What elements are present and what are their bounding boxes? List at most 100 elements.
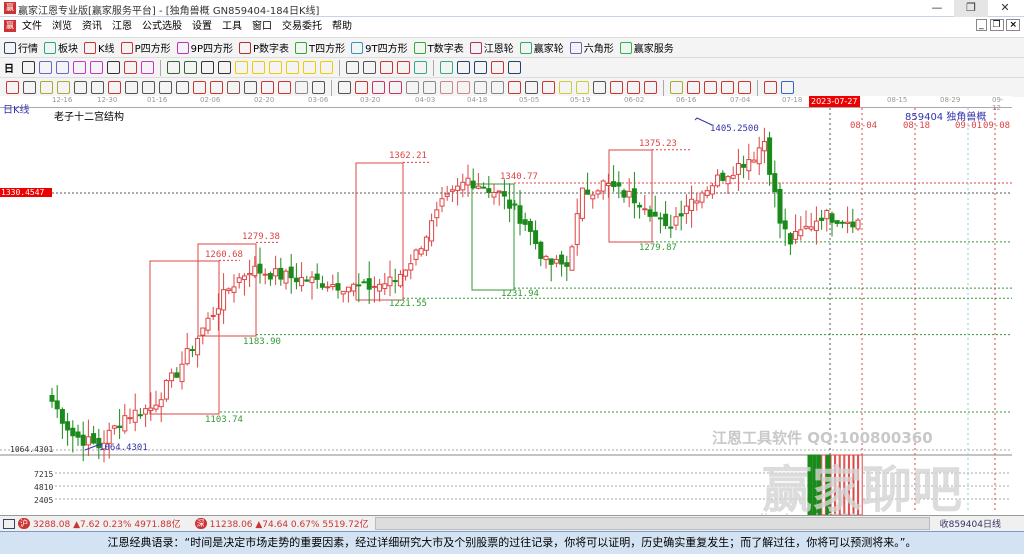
menu-item[interactable]: 公式选股: [142, 17, 182, 37]
cursor-dropdown-icon[interactable]: [107, 61, 120, 74]
gann-fan-icon[interactable]: [124, 61, 137, 74]
percent-lines-icon[interactable]: [542, 81, 555, 94]
calendar-icon[interactable]: [440, 61, 453, 74]
save-icon[interactable]: [491, 61, 504, 74]
grid-select-icon[interactable]: [414, 61, 427, 74]
menu-item[interactable]: 浏览: [52, 17, 72, 37]
menu-item[interactable]: 文件: [22, 17, 42, 37]
period-selector[interactable]: 日: [4, 60, 14, 75]
n2-icon[interactable]: [159, 81, 172, 94]
menu-item[interactable]: 工具: [222, 17, 242, 37]
gold-b-icon[interactable]: [57, 81, 70, 94]
toolbar-button[interactable]: 9P四方形: [176, 40, 233, 55]
horizontal-scrollbar[interactable]: [374, 517, 930, 530]
period-dropdown-icon[interactable]: [22, 61, 35, 74]
toolbar-button[interactable]: P数字表: [239, 40, 289, 55]
line-a-icon[interactable]: [610, 81, 623, 94]
menu-item[interactable]: 资讯: [82, 17, 102, 37]
star-icon[interactable]: [210, 81, 223, 94]
yin-yang-icon[interactable]: [764, 81, 777, 94]
square-grid-icon[interactable]: [227, 81, 240, 94]
printer-icon[interactable]: [508, 61, 521, 74]
mdi-close-button[interactable]: ×: [1006, 19, 1020, 31]
move-right-icon[interactable]: [218, 61, 231, 74]
hash-icon[interactable]: [142, 81, 155, 94]
calc-icon[interactable]: [3, 518, 15, 529]
move-left-icon[interactable]: [201, 61, 214, 74]
hand-icon[interactable]: [346, 61, 359, 74]
sh-index[interactable]: 3288.08 ▲7.62 0.23% 4971.88亿: [33, 517, 181, 530]
v-tool-icon[interactable]: [423, 81, 436, 94]
draw-line-icon[interactable]: [39, 61, 52, 74]
last-bar-icon[interactable]: [184, 61, 197, 74]
app-menu-logo-icon[interactable]: 赢: [4, 20, 16, 32]
toolbar-button[interactable]: P四方形: [120, 40, 171, 55]
menu-item[interactable]: 窗口: [252, 17, 272, 37]
indicator-a-icon[interactable]: [73, 61, 86, 74]
zoom-out-icon[interactable]: [252, 61, 265, 74]
parallel-lines-icon[interactable]: [23, 81, 36, 94]
gold-a-icon[interactable]: [40, 81, 53, 94]
angle-icon[interactable]: [176, 81, 189, 94]
color-chart-icon[interactable]: [141, 61, 154, 74]
line-h-icon[interactable]: [738, 81, 751, 94]
mdi-minimize-button[interactable]: _: [976, 19, 987, 31]
menu-item[interactable]: 交易委托: [282, 17, 322, 37]
toolbar-button[interactable]: 板块: [44, 40, 78, 55]
gann-triangle-icon[interactable]: [508, 81, 521, 94]
crosshair-icon[interactable]: [363, 61, 376, 74]
hexagram-tool-icon[interactable]: [372, 81, 385, 94]
toolbar-button[interactable]: 赢家服务: [619, 40, 674, 55]
toolbar-button[interactable]: T数字表: [413, 40, 464, 55]
n-line-icon[interactable]: [244, 81, 257, 94]
pen-icon[interactable]: [6, 81, 19, 94]
toolbar-button[interactable]: 赢家轮: [519, 40, 564, 55]
target-icon[interactable]: [193, 81, 206, 94]
red-bars-icon[interactable]: [261, 81, 274, 94]
info-icon[interactable]: [56, 61, 69, 74]
cross-bars-icon[interactable]: [312, 81, 325, 94]
infinity-icon[interactable]: [781, 81, 794, 94]
zoom-in-icon[interactable]: [235, 61, 248, 74]
line-e-icon[interactable]: [687, 81, 700, 94]
sz-index[interactable]: 11238.06 ▲74.64 0.67% 5519.72亿: [210, 517, 369, 530]
calculator-icon[interactable]: [457, 61, 470, 74]
toolbar-button[interactable]: T四方形: [295, 40, 345, 55]
cube-tool-icon[interactable]: [389, 81, 402, 94]
wave-icon[interactable]: [380, 61, 393, 74]
angle-tool-icon[interactable]: [406, 81, 419, 94]
gann-text-icon[interactable]: [491, 81, 504, 94]
line-d-icon[interactable]: [670, 81, 683, 94]
toolbar-button[interactable]: 江恩轮: [469, 40, 514, 55]
report-icon[interactable]: [474, 61, 487, 74]
gann-angle-icon[interactable]: [397, 61, 410, 74]
line-g-icon[interactable]: [721, 81, 734, 94]
line-c-icon[interactable]: [644, 81, 657, 94]
table-tool-icon[interactable]: [440, 81, 453, 94]
fib-f-icon[interactable]: [74, 81, 87, 94]
shrink-icon[interactable]: [286, 61, 299, 74]
toolbar-button[interactable]: 行情: [4, 40, 38, 55]
rect-tool-icon[interactable]: [338, 81, 351, 94]
ruler-icon[interactable]: [108, 81, 121, 94]
gann-box-icon[interactable]: [278, 81, 291, 94]
line-b-icon[interactable]: [627, 81, 640, 94]
menu-item[interactable]: 江恩: [112, 17, 132, 37]
flag-tool-icon[interactable]: [593, 81, 606, 94]
toolbar-button[interactable]: 9T四方形: [351, 40, 408, 55]
expand-icon[interactable]: [269, 61, 282, 74]
line-f-icon[interactable]: [704, 81, 717, 94]
circle-icon[interactable]: [125, 81, 138, 94]
gold-c-icon[interactable]: [91, 81, 104, 94]
gold-lines-icon[interactable]: [576, 81, 589, 94]
grid-tool-icon[interactable]: [457, 81, 470, 94]
indicator-b-icon[interactable]: [90, 61, 103, 74]
toolbar-button[interactable]: 六角形: [569, 40, 614, 55]
menu-item[interactable]: 帮助: [332, 17, 352, 37]
grid-fan-icon[interactable]: [295, 81, 308, 94]
fit-icon[interactable]: [303, 61, 316, 74]
toolbar-button[interactable]: K线: [84, 40, 115, 55]
percent-icon[interactable]: [525, 81, 538, 94]
close-button[interactable]: ✕: [988, 0, 1022, 17]
stripe-tool-icon[interactable]: [474, 81, 487, 94]
